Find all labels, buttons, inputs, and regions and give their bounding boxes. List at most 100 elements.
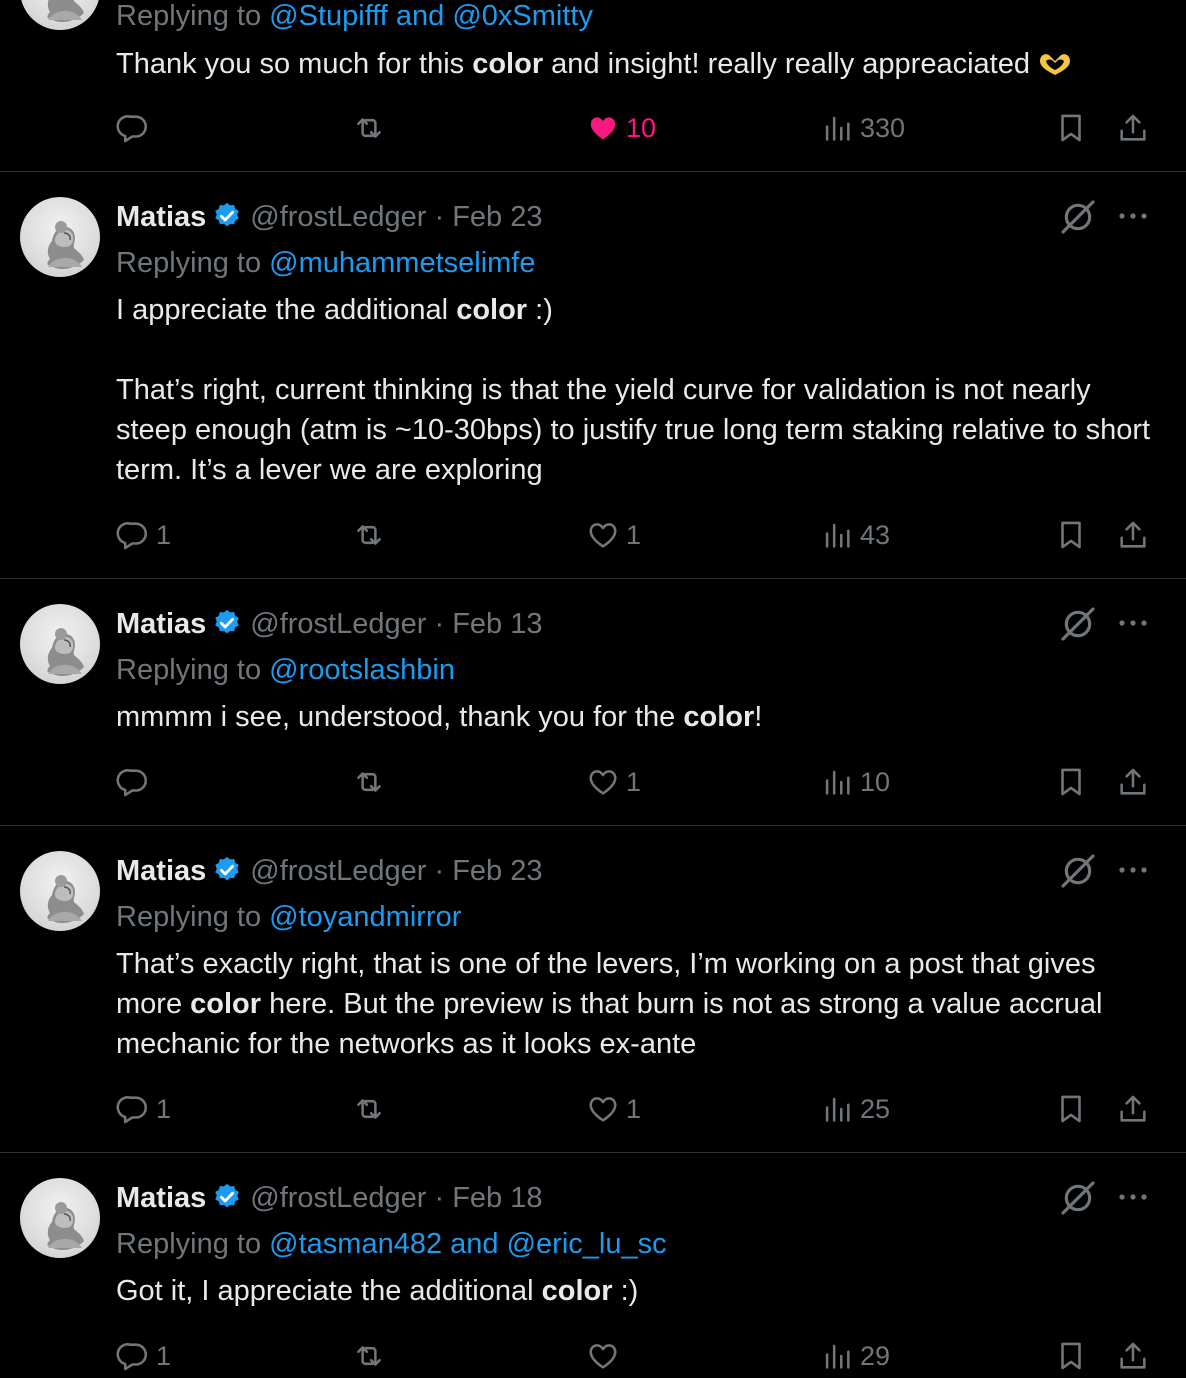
- display-name[interactable]: Matias: [116, 855, 206, 887]
- verified-badge-icon[interactable]: [212, 608, 242, 638]
- tweet-0[interactable]: Replying to @Stupifff and @0xSmitty Than…: [0, 0, 1186, 172]
- tweet-header: Matias @frostLedger · Feb 13: [116, 606, 543, 642]
- verified-badge-icon[interactable]: [212, 855, 242, 885]
- views-button[interactable]: 25: [820, 1089, 890, 1129]
- grok-icon[interactable]: [1058, 851, 1098, 891]
- retweet-button[interactable]: [352, 1336, 386, 1376]
- grok-icon[interactable]: [1058, 604, 1098, 644]
- share-button[interactable]: [1116, 1089, 1150, 1129]
- mention-joiner: and: [395, 0, 445, 32]
- like-button[interactable]: 1: [586, 515, 641, 555]
- avatar[interactable]: [20, 0, 100, 30]
- mention-link[interactable]: @0xSmitty: [452, 0, 593, 32]
- handle[interactable]: @frostLedger: [250, 855, 426, 887]
- text-part: :): [527, 294, 553, 326]
- replying-to-label: Replying to: [116, 901, 262, 933]
- share-button[interactable]: [1116, 108, 1150, 148]
- views-icon: [820, 765, 854, 799]
- views-button[interactable]: 43: [820, 515, 890, 555]
- mention-link[interactable]: @tasman482: [269, 1228, 442, 1260]
- more-icon[interactable]: [1116, 613, 1150, 633]
- avatar[interactable]: [20, 851, 100, 931]
- share-icon: [1116, 765, 1150, 799]
- text-part: mmmm i see, understood, thank you for th…: [116, 701, 684, 733]
- retweet-button[interactable]: [352, 762, 386, 802]
- like-count: 1: [626, 1093, 642, 1124]
- action-bar: 10 330: [0, 108, 1186, 148]
- reply-count: 1: [156, 1340, 172, 1371]
- reply-icon: [116, 1092, 150, 1126]
- handle[interactable]: @frostLedger: [250, 201, 426, 233]
- handle[interactable]: @frostLedger: [250, 608, 426, 640]
- action-bar: 1 1 43: [0, 515, 1186, 555]
- retweet-button[interactable]: [352, 108, 386, 148]
- reply-icon: [116, 765, 150, 799]
- display-name[interactable]: Matias: [116, 201, 206, 233]
- mention-link[interactable]: @eric_lu_sc: [507, 1228, 667, 1260]
- share-icon: [1116, 111, 1150, 145]
- handle[interactable]: @frostLedger: [250, 1182, 426, 1214]
- views-button[interactable]: 29: [820, 1336, 890, 1376]
- like-icon: [586, 765, 620, 799]
- like-button[interactable]: [586, 1336, 626, 1376]
- mention-link[interactable]: @Stupifff: [269, 0, 388, 32]
- like-button[interactable]: 1: [586, 762, 641, 802]
- timestamp[interactable]: Feb 18: [452, 1182, 542, 1214]
- share-button[interactable]: [1116, 1336, 1150, 1376]
- replying-to-label: Replying to: [116, 1228, 262, 1260]
- more-icon[interactable]: [1116, 206, 1150, 226]
- grok-icon[interactable]: [1058, 1178, 1098, 1218]
- separator: ·: [434, 855, 445, 887]
- bookmark-button[interactable]: [1054, 1336, 1088, 1376]
- tweet-3[interactable]: Matias @frostLedger · Feb 23 Replying to …: [0, 826, 1186, 1153]
- retweet-button[interactable]: [352, 1089, 386, 1129]
- display-name[interactable]: Matias: [116, 1182, 206, 1214]
- bookmark-button[interactable]: [1054, 108, 1088, 148]
- avatar[interactable]: [20, 197, 100, 277]
- bookmark-button[interactable]: [1054, 1089, 1088, 1129]
- replying-to-label: Replying to: [116, 0, 262, 32]
- reply-button[interactable]: 1: [116, 1336, 171, 1376]
- share-button[interactable]: [1116, 762, 1150, 802]
- mention-link[interactable]: @muhammetselimfe: [269, 247, 535, 279]
- reply-button[interactable]: [116, 762, 156, 802]
- tweet-text: mmmm i see, understood, thank you for th…: [116, 697, 1156, 737]
- avatar[interactable]: [20, 604, 100, 684]
- bookmark-button[interactable]: [1054, 762, 1088, 802]
- replying-to-label: Replying to: [116, 654, 262, 686]
- mention-link[interactable]: @rootslashbin: [269, 654, 455, 686]
- bookmark-button[interactable]: [1054, 515, 1088, 555]
- tweet-header: Matias @frostLedger · Feb 23: [116, 199, 543, 235]
- reply-button[interactable]: 1: [116, 1089, 171, 1129]
- more-icon[interactable]: [1116, 1187, 1150, 1207]
- tweet-header: Matias @frostLedger · Feb 18: [116, 1180, 543, 1216]
- tweet-4[interactable]: Matias @frostLedger · Feb 18 Replying to …: [0, 1153, 1186, 1378]
- share-button[interactable]: [1116, 515, 1150, 555]
- view-count: 29: [860, 1340, 891, 1371]
- replying-to: Replying to @tasman482 and @eric_lu_sc: [116, 1226, 667, 1262]
- timestamp[interactable]: Feb 23: [452, 201, 542, 233]
- display-name[interactable]: Matias: [116, 608, 206, 640]
- views-button[interactable]: 330: [820, 108, 905, 148]
- timestamp[interactable]: Feb 13: [452, 608, 542, 640]
- like-button[interactable]: 10: [586, 108, 656, 148]
- tweet-2[interactable]: Matias @frostLedger · Feb 13 Replying to …: [0, 579, 1186, 826]
- reply-button[interactable]: [116, 108, 156, 148]
- avatar[interactable]: [20, 1178, 100, 1258]
- verified-badge-icon[interactable]: [212, 1182, 242, 1212]
- more-icon[interactable]: [1116, 860, 1150, 880]
- verified-badge-icon[interactable]: [212, 201, 242, 231]
- retweet-icon: [352, 111, 386, 145]
- replying-to-label: Replying to: [116, 247, 262, 279]
- timestamp[interactable]: Feb 23: [452, 855, 542, 887]
- like-button[interactable]: 1: [586, 1089, 641, 1129]
- text-part: :): [612, 1275, 639, 1307]
- replying-to: Replying to @toyandmirror: [116, 899, 461, 935]
- reply-button[interactable]: 1: [116, 515, 171, 555]
- like-icon: [586, 1092, 620, 1126]
- views-button[interactable]: 10: [820, 762, 890, 802]
- tweet-1[interactable]: Matias @frostLedger · Feb 23 Replying to …: [0, 172, 1186, 579]
- retweet-button[interactable]: [352, 515, 386, 555]
- mention-link[interactable]: @toyandmirror: [269, 901, 461, 933]
- grok-icon[interactable]: [1058, 197, 1098, 237]
